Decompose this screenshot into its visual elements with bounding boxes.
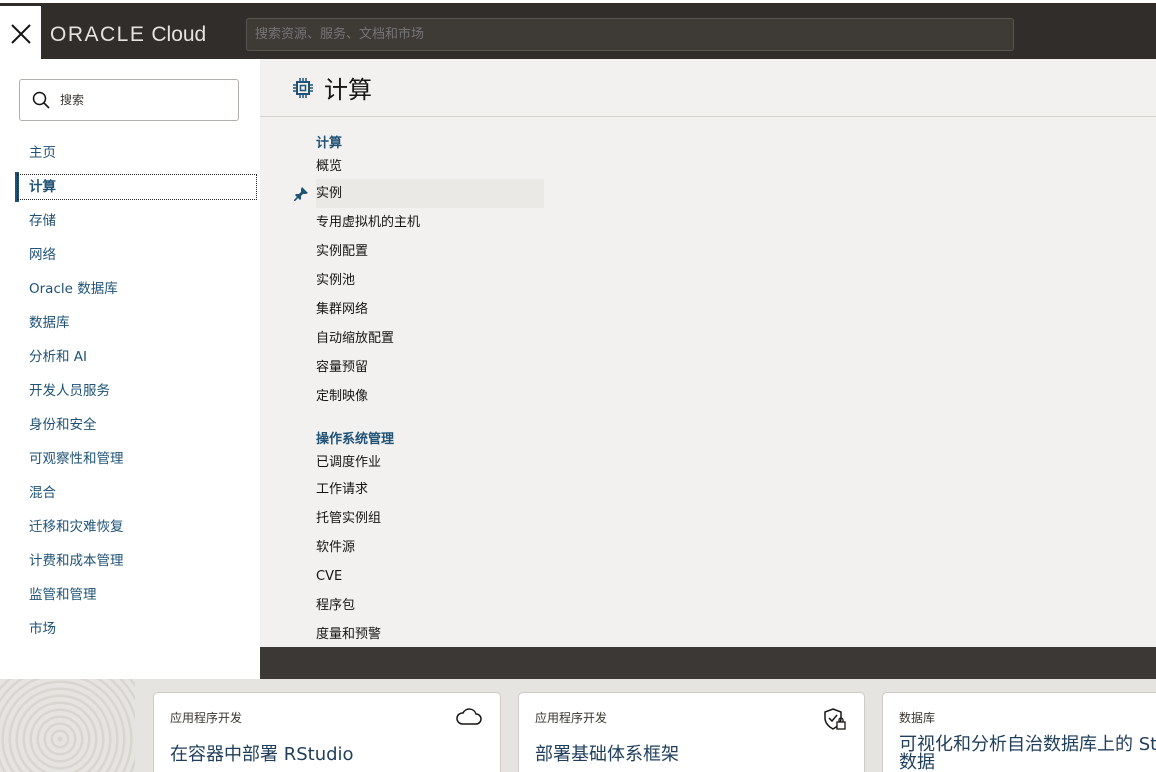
cpu-chip-icon (293, 77, 313, 98)
menu-item-label: 实例配置 (316, 244, 369, 259)
brand-oracle: ORACLE (50, 23, 146, 46)
card-category: 应用程序开发 (170, 711, 243, 725)
group-compute: 计算 概览 实例 专用虚拟机的主机 实例配置 实例池 集群网络 自动缩放配置 容… (294, 134, 1156, 411)
group-title-compute[interactable]: 计算 (316, 134, 1156, 154)
menu-search-input[interactable] (60, 93, 220, 107)
card-title-line1: 可视化和分析自治数据库上的 St (899, 734, 1156, 755)
menu-item-packages[interactable]: 程序包 (316, 591, 544, 620)
menu-item-label: 实例 (316, 186, 343, 201)
global-search-input[interactable] (246, 18, 1014, 51)
menu-item-label: 托管实例组 (316, 511, 382, 526)
page-title: 计算 (324, 76, 372, 104)
quickstart-card-visualize[interactable]: 数据库 可视化和分析自治数据库上的 St 数据 (882, 692, 1156, 772)
menu-item-label: CVE (316, 569, 343, 584)
close-menu-button[interactable] (0, 6, 41, 62)
card-title[interactable]: 部署基础体系框架 (535, 740, 848, 766)
oracle-cloud-logo[interactable]: ORACLE Cloud (50, 23, 207, 46)
nav-item-analytics-ai[interactable]: 分析和 AI (15, 340, 259, 374)
menu-item-software-sources[interactable]: 软件源 (316, 533, 544, 562)
nav-item-migration-dr[interactable]: 迁移和灾难恢复 (15, 510, 259, 544)
shield-lock-icon (824, 708, 846, 730)
group-title-os-management[interactable]: 操作系统管理 (316, 430, 1156, 450)
quickstart-card-rstudio[interactable]: 应用程序开发 在容器中部署 RStudio (153, 692, 501, 772)
nav-item-developer-services[interactable]: 开发人员服务 (15, 374, 259, 408)
nav-item-storage[interactable]: 存储 (15, 204, 259, 238)
nav-item-home[interactable]: 主页 (15, 136, 259, 170)
nav-item-billing[interactable]: 计费和成本管理 (15, 544, 259, 578)
nav-item-oracle-database[interactable]: Oracle 数据库 (15, 272, 259, 306)
menu-item-label: 程序包 (316, 598, 356, 613)
menu-item-managed-instance-groups[interactable]: 托管实例组 (316, 504, 544, 533)
decorative-pattern (0, 679, 135, 772)
nav-item-governance[interactable]: 监管和管理 (15, 578, 259, 612)
card-title[interactable]: 可视化和分析自治数据库上的 St 数据 (899, 734, 1156, 772)
card-category: 应用程序开发 (535, 711, 608, 725)
menu-item-metrics-alarms[interactable]: 度量和预警 (316, 620, 544, 647)
menu-item-autoscaling[interactable]: 自动缩放配置 (316, 324, 544, 353)
menu-item-scheduled-jobs[interactable]: 已调度作业 (316, 450, 544, 475)
menu-item-instance-configurations[interactable]: 实例配置 (316, 237, 544, 266)
menu-item-label: 实例池 (316, 273, 356, 288)
nav-list: 主页 计算 存储 网络 Oracle 数据库 数据库 分析和 AI 开发人员服务… (15, 136, 259, 646)
nav-item-hybrid[interactable]: 混合 (15, 476, 259, 510)
cloud-icon (456, 708, 482, 725)
menu-item-label: 概览 (316, 159, 343, 174)
menu-item-dedicated-vm-hosts[interactable]: 专用虚拟机的主机 (316, 208, 544, 237)
menu-item-overview[interactable]: 概览 (316, 154, 544, 179)
nav-item-marketplace[interactable]: 市场 (15, 612, 259, 646)
nav-item-observability[interactable]: 可观察性和管理 (15, 442, 259, 476)
navigation-menu: 主页 计算 存储 网络 Oracle 数据库 数据库 分析和 AI 开发人员服务… (0, 59, 260, 679)
nav-item-identity-security[interactable]: 身份和安全 (15, 408, 259, 442)
compute-submenu-panel: 计算 计算 概览 实例 专用虚拟机的主机 实例配置 实例池 集群网络 自动缩放配… (260, 59, 1156, 647)
menu-item-label: 自动缩放配置 (316, 331, 395, 346)
menu-item-cve[interactable]: CVE (316, 562, 544, 591)
brand-cloud: Cloud (151, 23, 207, 46)
menu-item-label: 定制映像 (316, 389, 369, 404)
search-icon (32, 91, 50, 109)
quickstart-card-foundation[interactable]: 应用程序开发 部署基础体系框架 (518, 692, 865, 772)
nav-item-compute[interactable]: 计算 (15, 172, 259, 202)
card-title-line2: 数据 (899, 752, 935, 772)
panel-header: 计算 (260, 59, 1156, 117)
overlay-band (260, 647, 1156, 679)
menu-item-label: 已调度作业 (316, 455, 382, 470)
nav-item-databases[interactable]: 数据库 (15, 306, 259, 340)
pin-icon[interactable] (294, 187, 308, 201)
menu-item-label: 专用虚拟机的主机 (316, 215, 421, 230)
top-bar: ORACLE Cloud (0, 0, 1156, 62)
menu-search-box[interactable] (19, 79, 239, 121)
menu-item-custom-images[interactable]: 定制映像 (316, 382, 544, 411)
menu-item-capacity-reservations[interactable]: 容量预留 (316, 353, 544, 382)
menu-item-label: 工作请求 (316, 482, 369, 497)
menu-item-cluster-networks[interactable]: 集群网络 (316, 295, 544, 324)
card-category: 数据库 (899, 711, 936, 725)
group-os-management: 操作系统管理 已调度作业 工作请求 托管实例组 软件源 CVE 程序包 度量和预… (316, 430, 1156, 647)
menu-item-instances[interactable]: 实例 (294, 179, 544, 208)
menu-item-label: 度量和预警 (316, 627, 382, 642)
card-title[interactable]: 在容器中部署 RStudio (170, 740, 484, 766)
close-icon (10, 24, 31, 44)
menu-item-work-requests[interactable]: 工作请求 (316, 475, 544, 504)
menu-item-label: 集群网络 (316, 302, 369, 317)
menu-item-label: 软件源 (316, 540, 356, 555)
menu-item-label: 容量预留 (316, 360, 369, 375)
nav-item-networking[interactable]: 网络 (15, 238, 259, 272)
menu-item-instance-pools[interactable]: 实例池 (316, 266, 544, 295)
